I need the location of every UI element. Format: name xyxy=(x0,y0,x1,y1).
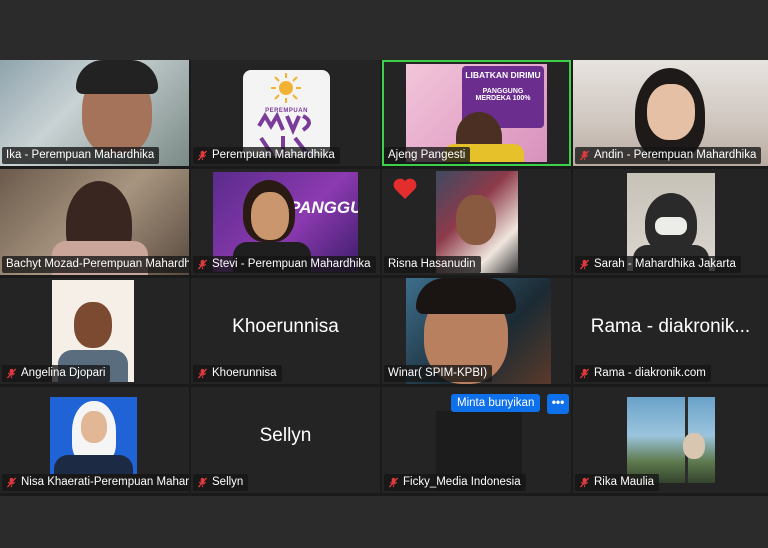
participant-tile[interactable]: Rama - diakronik... Rama - diakronik.com xyxy=(573,278,768,384)
mic-muted-icon xyxy=(579,367,590,379)
mic-muted-icon xyxy=(388,476,399,488)
participant-tile[interactable]: Risna Hasanudin xyxy=(382,169,571,275)
participant-name-label: Perempuan Mahardhika xyxy=(193,147,340,164)
participant-name-label: Khoerunnisa xyxy=(193,365,282,382)
participant-name-label: Andin - Perempuan Mahardhika xyxy=(575,147,762,164)
participant-name: Rika Maulia xyxy=(594,476,655,488)
participant-hair xyxy=(416,278,516,314)
mic-muted-icon xyxy=(197,149,208,161)
slide-subtitle: PANGGUNG MERDEKA 100% xyxy=(475,88,531,102)
mic-muted-icon xyxy=(6,367,17,379)
participant-figure xyxy=(683,433,705,459)
participant-name-label: Winar( SPIM-KPBI) xyxy=(384,365,493,382)
participant-name: Angelina Djopari xyxy=(21,367,106,379)
participant-name: Bachyt Mozad-Perempuan Mahardhika xyxy=(6,258,189,270)
heart-reaction-icon xyxy=(393,178,417,199)
participant-name: Andin - Perempuan Mahardhika xyxy=(594,149,757,161)
participant-face xyxy=(74,302,112,348)
request-unmute-button[interactable]: Minta bunyikan xyxy=(451,394,541,412)
participant-name: Ficky_Media Indonesia xyxy=(403,476,521,488)
participant-name-label: Rama - diakronik.com xyxy=(575,365,711,382)
mic-muted-icon xyxy=(579,258,590,270)
participant-tile[interactable]: Sellyn Sellyn xyxy=(191,387,380,493)
participant-tile[interactable]: Winar( SPIM-KPBI) xyxy=(382,278,571,384)
participant-name: Rama - diakronik.com xyxy=(594,367,706,379)
participant-name-label: Rika Maulia xyxy=(575,474,660,491)
participant-tile[interactable]: Bachyt Mozad-Perempuan Mahardhika xyxy=(0,169,189,275)
banner-text: PANGGUNG xyxy=(289,198,358,217)
more-options-button[interactable]: ••• xyxy=(547,394,569,414)
mic-muted-icon xyxy=(197,258,208,270)
participant-display-name: Sellyn xyxy=(259,425,312,446)
participant-tile-active-speaker[interactable]: LIBATKAN DIRIMU PANGGUNG MERDEKA 100% Aj… xyxy=(382,60,571,166)
participant-tile[interactable]: Angelina Djopari xyxy=(0,278,189,384)
mic-muted-icon xyxy=(579,149,590,161)
participant-tile[interactable]: Sarah - Mahardhika Jakarta xyxy=(573,169,768,275)
participant-name-label: Stevi - Perempuan Mahardhika xyxy=(193,256,376,273)
participant-video xyxy=(627,397,715,483)
participant-display-name: Khoerunnisa xyxy=(232,316,339,337)
participant-name-label: Sarah - Mahardhika Jakarta xyxy=(575,256,741,273)
participant-video xyxy=(50,397,137,474)
participant-tile[interactable]: PANGGUNG Stevi - Perempuan Mahardhika xyxy=(191,169,380,275)
participant-tile[interactable]: Andin - Perempuan Mahardhika xyxy=(573,60,768,166)
participant-name-label: Ficky_Media Indonesia xyxy=(384,474,526,491)
participant-name-label: Nisa Khaerati-Perempuan Mahardhika xyxy=(2,474,189,491)
participant-name: Nisa Khaerati-Perempuan Mahardhika xyxy=(21,476,189,488)
slide-title: LIBATKAN DIRIMU xyxy=(465,70,541,80)
participant-name: Ika - Perempuan Mahardhika xyxy=(6,149,155,161)
participant-tile[interactable]: Khoerunnisa Khoerunnisa xyxy=(191,278,380,384)
participant-name: Perempuan Mahardhika xyxy=(212,149,335,161)
mic-muted-icon xyxy=(6,476,17,488)
participant-name: Ajeng Pangesti xyxy=(388,149,466,161)
participant-tile[interactable]: Nisa Khaerati-Perempuan Mahardhika xyxy=(0,387,189,493)
participant-name: Sarah - Mahardhika Jakarta xyxy=(594,258,736,270)
participant-name: Stevi - Perempuan Mahardhika xyxy=(212,258,371,270)
face-mask xyxy=(655,217,687,235)
participant-name-label: Ika - Perempuan Mahardhika xyxy=(2,147,160,164)
video-grid: Ika - Perempuan Mahardhika PEREMPUAN Per… xyxy=(0,60,768,496)
mic-muted-icon xyxy=(197,367,208,379)
participant-name-label: Bachyt Mozad-Perempuan Mahardhika xyxy=(2,256,189,273)
participant-tile[interactable]: Rika Maulia xyxy=(573,387,768,493)
participant-name-label: Angelina Djopari xyxy=(2,365,111,382)
participant-display-name: Rama - diakronik... xyxy=(590,316,751,337)
participant-name: Sellyn xyxy=(212,476,244,488)
participant-tile[interactable]: PEREMPUAN Perempuan Mahardhika xyxy=(191,60,380,166)
participant-name-label: Sellyn xyxy=(193,474,249,491)
participant-tile[interactable]: Ika - Perempuan Mahardhika xyxy=(0,60,189,166)
participant-name: Risna Hasanudin xyxy=(388,258,476,270)
participant-face xyxy=(456,195,496,245)
participant-name-label: Ajeng Pangesti xyxy=(384,147,471,164)
participant-name: Khoerunnisa xyxy=(212,367,277,379)
mic-muted-icon xyxy=(579,476,590,488)
participant-shirt xyxy=(54,455,133,474)
participant-name: Winar( SPIM-KPBI) xyxy=(388,367,488,379)
organization-logo: PEREMPUAN xyxy=(243,70,330,156)
logo-caption: PEREMPUAN xyxy=(265,108,308,114)
participant-face xyxy=(81,411,107,443)
participant-face xyxy=(251,192,289,240)
mic-muted-icon xyxy=(197,476,208,488)
headphones xyxy=(76,60,158,94)
participant-face xyxy=(647,84,695,140)
participant-tile[interactable]: Minta bunyikan ••• Ficky_Media Indonesia xyxy=(382,387,571,493)
participant-name-label: Risna Hasanudin xyxy=(384,256,481,273)
